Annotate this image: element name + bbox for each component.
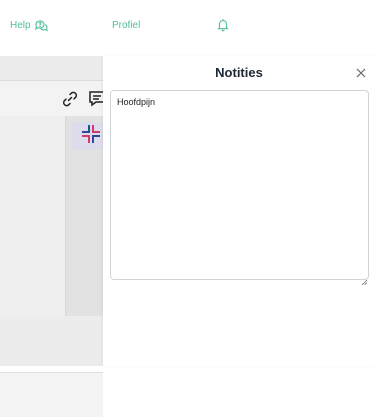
background-footer: [0, 372, 103, 417]
profile-link[interactable]: Profiel: [112, 17, 140, 35]
top-navigation: Help Profiel: [0, 0, 375, 56]
notes-panel: Notities: [103, 56, 375, 366]
resize-grip-icon[interactable]: [361, 272, 368, 286]
collapse-button[interactable]: [72, 122, 103, 150]
help-label: Help: [10, 20, 31, 31]
help-link[interactable]: Help: [10, 17, 48, 35]
chat-question-icon: [34, 19, 48, 33]
background-left-panel: [0, 116, 66, 316]
notes-title: Notities: [215, 65, 263, 80]
background-app: [0, 56, 105, 417]
close-icon: [355, 66, 367, 83]
close-button[interactable]: [355, 66, 367, 78]
document-toolbar: [0, 80, 105, 117]
profile-label: Profiel: [112, 20, 141, 31]
link-icon[interactable]: [60, 89, 80, 114]
notes-textarea[interactable]: [110, 90, 369, 280]
notifications-button[interactable]: [217, 18, 229, 32]
bell-icon: [217, 18, 229, 32]
collapse-arrows-icon: [81, 124, 101, 149]
